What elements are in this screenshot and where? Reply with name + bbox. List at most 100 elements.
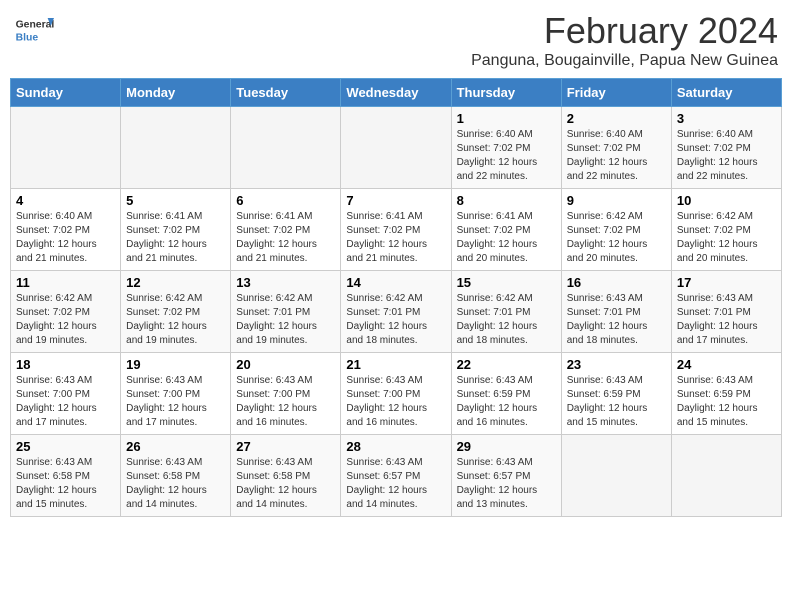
day-info: Sunrise: 6:42 AM Sunset: 7:01 PM Dayligh… bbox=[346, 292, 445, 348]
day-info: Sunrise: 6:40 AM Sunset: 7:02 PM Dayligh… bbox=[16, 210, 115, 266]
header-row: SundayMondayTuesdayWednesdayThursdayFrid… bbox=[11, 79, 782, 107]
calendar-cell: 4 Sunrise: 6:40 AM Sunset: 7:02 PM Daylig… bbox=[11, 189, 121, 271]
day-info: Sunrise: 6:41 AM Sunset: 7:02 PM Dayligh… bbox=[346, 210, 445, 266]
day-number: 24 bbox=[677, 357, 776, 372]
day-header-wednesday: Wednesday bbox=[341, 79, 451, 107]
day-info: Sunrise: 6:43 AM Sunset: 6:58 PM Dayligh… bbox=[126, 456, 225, 512]
day-number: 23 bbox=[567, 357, 666, 372]
calendar-cell: 11 Sunrise: 6:42 AM Sunset: 7:02 PM Dayli… bbox=[11, 271, 121, 353]
calendar-cell bbox=[231, 107, 341, 189]
day-number: 27 bbox=[236, 439, 335, 454]
day-info: Sunrise: 6:43 AM Sunset: 7:00 PM Dayligh… bbox=[16, 374, 115, 430]
calendar-cell bbox=[341, 107, 451, 189]
day-number: 7 bbox=[346, 193, 445, 208]
calendar-body: 1 Sunrise: 6:40 AM Sunset: 7:02 PM Daylig… bbox=[11, 107, 782, 517]
day-number: 3 bbox=[677, 111, 776, 126]
calendar-cell: 3Sunrise: 6:40 AM Sunset: 7:02 PM Daylig… bbox=[671, 107, 781, 189]
calendar-cell: 22 Sunrise: 6:43 AM Sunset: 6:59 PM Dayli… bbox=[451, 353, 561, 435]
calendar-week-3: 11 Sunrise: 6:42 AM Sunset: 7:02 PM Dayli… bbox=[11, 271, 782, 353]
day-info: Sunrise: 6:42 AM Sunset: 7:01 PM Dayligh… bbox=[236, 292, 335, 348]
day-info: Sunrise: 6:43 AM Sunset: 6:57 PM Dayligh… bbox=[457, 456, 556, 512]
calendar-week-2: 4 Sunrise: 6:40 AM Sunset: 7:02 PM Daylig… bbox=[11, 189, 782, 271]
day-info: Sunrise: 6:41 AM Sunset: 7:02 PM Dayligh… bbox=[126, 210, 225, 266]
day-info: Sunrise: 6:42 AM Sunset: 7:02 PM Dayligh… bbox=[16, 292, 115, 348]
day-info: Sunrise: 6:43 AM Sunset: 7:01 PM Dayligh… bbox=[677, 292, 776, 348]
day-number: 14 bbox=[346, 275, 445, 290]
day-header-tuesday: Tuesday bbox=[231, 79, 341, 107]
calendar-cell: 28 Sunrise: 6:43 AM Sunset: 6:57 PM Dayli… bbox=[341, 435, 451, 517]
day-info: Sunrise: 6:43 AM Sunset: 6:58 PM Dayligh… bbox=[236, 456, 335, 512]
day-info: Sunrise: 6:42 AM Sunset: 7:02 PM Dayligh… bbox=[126, 292, 225, 348]
calendar-cell bbox=[11, 107, 121, 189]
calendar-cell: 9Sunrise: 6:42 AM Sunset: 7:02 PM Daylig… bbox=[561, 189, 671, 271]
day-number: 4 bbox=[16, 193, 115, 208]
calendar-cell: 26 Sunrise: 6:43 AM Sunset: 6:58 PM Dayli… bbox=[121, 435, 231, 517]
day-number: 16 bbox=[567, 275, 666, 290]
day-number: 2 bbox=[567, 111, 666, 126]
day-number: 6 bbox=[236, 193, 335, 208]
svg-text:General: General bbox=[16, 20, 54, 31]
calendar-cell: 7 Sunrise: 6:41 AM Sunset: 7:02 PM Daylig… bbox=[341, 189, 451, 271]
day-header-monday: Monday bbox=[121, 79, 231, 107]
subtitle: Panguna, Bougainville, Papua New Guinea bbox=[471, 52, 778, 70]
calendar-cell: 17 Sunrise: 6:43 AM Sunset: 7:01 PM Dayli… bbox=[671, 271, 781, 353]
day-number: 11 bbox=[16, 275, 115, 290]
calendar-cell: 14 Sunrise: 6:42 AM Sunset: 7:01 PM Dayli… bbox=[341, 271, 451, 353]
day-info: Sunrise: 6:42 AM Sunset: 7:02 PM Dayligh… bbox=[677, 210, 776, 266]
title-area: February 2024 Panguna, Bougainville, Pap… bbox=[471, 10, 778, 70]
calendar-cell: 23 Sunrise: 6:43 AM Sunset: 6:59 PM Dayli… bbox=[561, 353, 671, 435]
calendar-cell: 10 Sunrise: 6:42 AM Sunset: 7:02 PM Dayli… bbox=[671, 189, 781, 271]
calendar-table: SundayMondayTuesdayWednesdayThursdayFrid… bbox=[10, 78, 782, 517]
calendar-cell: 2 Sunrise: 6:40 AM Sunset: 7:02 PM Daylig… bbox=[561, 107, 671, 189]
day-number: 18 bbox=[16, 357, 115, 372]
calendar-cell: 18 Sunrise: 6:43 AM Sunset: 7:00 PM Dayli… bbox=[11, 353, 121, 435]
day-number: 25 bbox=[16, 439, 115, 454]
day-number: 21 bbox=[346, 357, 445, 372]
main-title: February 2024 bbox=[471, 10, 778, 52]
calendar-cell: 16Sunrise: 6:43 AM Sunset: 7:01 PM Dayli… bbox=[561, 271, 671, 353]
day-number: 26 bbox=[126, 439, 225, 454]
day-info: Sunrise: 6:43 AM Sunset: 6:57 PM Dayligh… bbox=[346, 456, 445, 512]
day-header-friday: Friday bbox=[561, 79, 671, 107]
day-number: 29 bbox=[457, 439, 556, 454]
calendar-cell: 27 Sunrise: 6:43 AM Sunset: 6:58 PM Dayli… bbox=[231, 435, 341, 517]
day-number: 10 bbox=[677, 193, 776, 208]
svg-text:Blue: Blue bbox=[16, 32, 39, 43]
calendar-cell: 5 Sunrise: 6:41 AM Sunset: 7:02 PM Daylig… bbox=[121, 189, 231, 271]
calendar-cell: 15Sunrise: 6:42 AM Sunset: 7:01 PM Dayli… bbox=[451, 271, 561, 353]
day-number: 28 bbox=[346, 439, 445, 454]
calendar-cell: 12 Sunrise: 6:42 AM Sunset: 7:02 PM Dayli… bbox=[121, 271, 231, 353]
day-info: Sunrise: 6:41 AM Sunset: 7:02 PM Dayligh… bbox=[236, 210, 335, 266]
calendar-cell bbox=[561, 435, 671, 517]
day-header-saturday: Saturday bbox=[671, 79, 781, 107]
day-number: 15 bbox=[457, 275, 556, 290]
day-info: Sunrise: 6:40 AM Sunset: 7:02 PM Dayligh… bbox=[567, 128, 666, 184]
day-info: Sunrise: 6:40 AM Sunset: 7:02 PM Dayligh… bbox=[457, 128, 556, 184]
day-info: Sunrise: 6:43 AM Sunset: 7:00 PM Dayligh… bbox=[236, 374, 335, 430]
logo: General Blue bbox=[14, 10, 54, 50]
day-header-sunday: Sunday bbox=[11, 79, 121, 107]
day-number: 17 bbox=[677, 275, 776, 290]
calendar-cell bbox=[121, 107, 231, 189]
calendar-cell bbox=[671, 435, 781, 517]
day-number: 13 bbox=[236, 275, 335, 290]
calendar-cell: 6 Sunrise: 6:41 AM Sunset: 7:02 PM Daylig… bbox=[231, 189, 341, 271]
day-number: 1 bbox=[457, 111, 556, 126]
day-number: 5 bbox=[126, 193, 225, 208]
calendar-cell: 25Sunrise: 6:43 AM Sunset: 6:58 PM Dayli… bbox=[11, 435, 121, 517]
calendar-cell: 24 Sunrise: 6:43 AM Sunset: 6:59 PM Dayli… bbox=[671, 353, 781, 435]
calendar-cell: 29 Sunrise: 6:43 AM Sunset: 6:57 PM Dayli… bbox=[451, 435, 561, 517]
day-info: Sunrise: 6:43 AM Sunset: 6:59 PM Dayligh… bbox=[677, 374, 776, 430]
day-info: Sunrise: 6:43 AM Sunset: 6:59 PM Dayligh… bbox=[567, 374, 666, 430]
day-header-thursday: Thursday bbox=[451, 79, 561, 107]
day-number: 22 bbox=[457, 357, 556, 372]
day-info: Sunrise: 6:42 AM Sunset: 7:02 PM Dayligh… bbox=[567, 210, 666, 266]
day-info: Sunrise: 6:43 AM Sunset: 6:59 PM Dayligh… bbox=[457, 374, 556, 430]
calendar-cell: 13 Sunrise: 6:42 AM Sunset: 7:01 PM Dayli… bbox=[231, 271, 341, 353]
calendar-cell: 1 Sunrise: 6:40 AM Sunset: 7:02 PM Daylig… bbox=[451, 107, 561, 189]
logo-icon: General Blue bbox=[14, 10, 54, 50]
calendar-cell: 19Sunrise: 6:43 AM Sunset: 7:00 PM Dayli… bbox=[121, 353, 231, 435]
page-header: General Blue February 2024 Panguna, Boug… bbox=[10, 10, 782, 70]
day-number: 12 bbox=[126, 275, 225, 290]
day-info: Sunrise: 6:43 AM Sunset: 7:00 PM Dayligh… bbox=[126, 374, 225, 430]
